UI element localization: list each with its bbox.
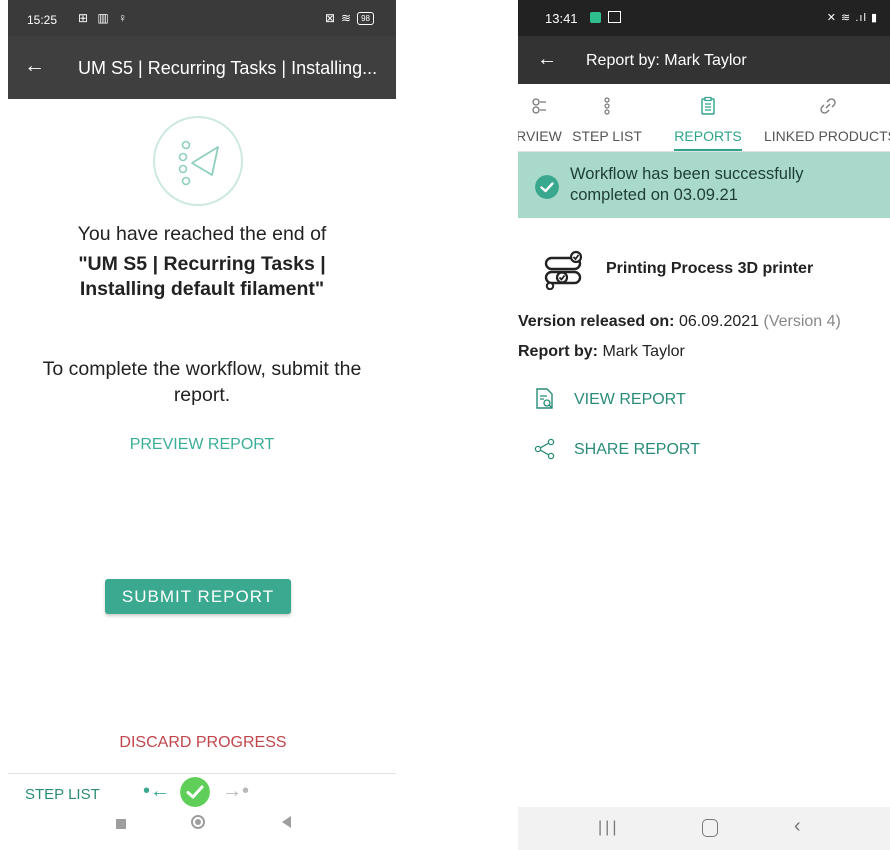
report-by-label: Report by: xyxy=(518,343,598,360)
version-info: Version released on: 06.09.2021 (Version… xyxy=(518,313,841,331)
recents-icon[interactable] xyxy=(116,819,126,829)
step-list-icon xyxy=(604,97,610,115)
home-icon[interactable] xyxy=(191,815,205,829)
version-number: (Version 4) xyxy=(763,313,841,330)
process-title: Printing Process 3D printer xyxy=(606,260,814,277)
tab-linked-products[interactable]: LINKED PRODUCTS xyxy=(758,84,890,150)
workflow-process-icon xyxy=(544,250,583,290)
preview-report-button[interactable]: PREVIEW REPORT xyxy=(102,436,302,454)
left-phone-screen: 15:25 ⊞ ▥ ♀ ⊠ ≋ 98 ← UM S5 | Recurring T… xyxy=(8,0,396,842)
status-icons-left: ⊞ ▥ ♀ xyxy=(78,11,131,25)
tab-bar: RVIEW STEP LIST REPORTS LINKED PRODUCTS xyxy=(518,84,890,152)
system-nav-bar xyxy=(8,812,396,842)
next-arrow-icon[interactable]: →• xyxy=(222,780,249,803)
submit-report-button[interactable]: SUBMIT REPORT xyxy=(105,579,291,614)
system-nav-bar: ||| ‹ xyxy=(518,807,890,850)
tab-step-list[interactable]: STEP LIST xyxy=(564,84,650,150)
link-icon xyxy=(820,98,836,114)
success-check-icon xyxy=(535,175,559,199)
step-navigation-bar: STEP LIST •← →• xyxy=(8,773,396,812)
success-banner: Workflow has been successfully completed… xyxy=(518,152,890,218)
end-reached-text: You have reached the end of xyxy=(77,223,327,245)
discard-progress-button[interactable]: DISCARD PROGRESS xyxy=(88,734,318,752)
back-arrow-icon[interactable]: ← xyxy=(24,54,45,78)
home-icon[interactable] xyxy=(702,819,718,837)
tab-overview[interactable]: RVIEW xyxy=(518,84,568,150)
recents-icon[interactable]: ||| xyxy=(598,819,619,837)
version-date: 06.09.2021 xyxy=(678,313,760,330)
app-bar: ← UM S5 | Recurring Tasks | Installing..… xyxy=(8,36,396,99)
gallery-icon xyxy=(608,11,622,23)
overview-icon xyxy=(532,98,546,114)
right-phone-screen: 13:41 ✕ ≋ .ıl ▮ ← Report by: Mark Taylor… xyxy=(518,0,890,850)
notification-icons xyxy=(590,11,622,26)
report-by-info: Report by: Mark Taylor xyxy=(518,343,685,361)
version-label: Version released on: xyxy=(518,313,675,330)
system-back-icon[interactable]: ‹ xyxy=(794,815,801,838)
app-notification-icon xyxy=(590,12,601,23)
status-bar: 13:41 ✕ ≋ .ıl ▮ xyxy=(518,0,890,36)
check-icon[interactable] xyxy=(180,777,210,807)
battery-icon: 98 xyxy=(357,11,374,25)
workflow-name: "UM S5 | Recurring Tasks | Installing de… xyxy=(78,253,326,300)
status-icons-right: ⊠ ≋ 98 xyxy=(325,11,374,25)
success-message: Workflow has been successfully completed… xyxy=(570,165,804,204)
prev-arrow-icon[interactable]: •← xyxy=(143,780,170,803)
clipboard-icon xyxy=(701,96,715,115)
back-arrow-icon[interactable]: ← xyxy=(537,48,557,71)
tab-reports[interactable]: REPORTS xyxy=(668,84,748,151)
complete-instructions: To complete the workflow, submit the rep… xyxy=(42,358,362,406)
wifi-icon: ≋ xyxy=(341,11,352,25)
status-time: 15:25 xyxy=(27,13,58,27)
step-list-button[interactable]: STEP LIST xyxy=(25,786,100,803)
send-list-icon xyxy=(153,116,243,206)
report-by-name: Mark Taylor xyxy=(602,343,685,360)
page-title: Report by: Mark Taylor xyxy=(586,52,747,69)
app-bar: ← Report by: Mark Taylor xyxy=(518,36,890,84)
page-title: UM S5 | Recurring Tasks | Installing... xyxy=(78,58,378,78)
status-icons-right: ✕ ≋ .ıl ▮ xyxy=(826,12,878,24)
system-back-icon[interactable] xyxy=(282,816,291,828)
share-icon xyxy=(534,438,555,460)
status-bar: 15:25 ⊞ ▥ ♀ ⊠ ≋ 98 xyxy=(8,0,396,36)
view-document-icon xyxy=(536,388,553,409)
status-time: 13:41 xyxy=(545,11,578,26)
vibrate-icon: ⊠ xyxy=(324,11,336,25)
